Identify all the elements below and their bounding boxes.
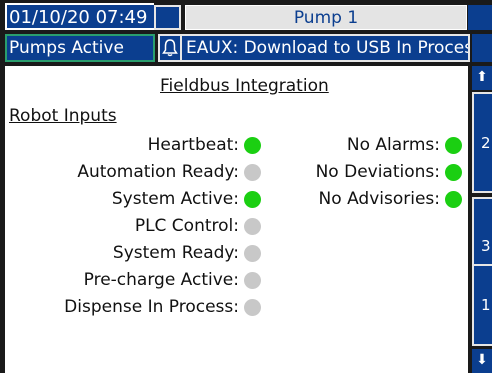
input-row-heartbeat: Heartbeat:	[5, 133, 261, 157]
status-indicator-off	[244, 298, 261, 316]
input-row-no-advisories: No Advisories:	[255, 187, 462, 211]
down-arrow-icon: ⬇	[476, 352, 488, 368]
input-row-automation-ready: Automation Ready:	[5, 160, 261, 184]
bell-icon	[162, 39, 178, 57]
datetime-display: 01/10/20 07:49	[5, 3, 154, 30]
input-label: No Alarms:	[346, 135, 440, 155]
input-label: System Active:	[111, 189, 239, 209]
softkey-label: 1	[481, 296, 491, 314]
status-indicator-off	[244, 217, 261, 235]
input-row-system-ready: System Ready:	[5, 241, 261, 265]
input-row-no-alarms: No Alarms:	[255, 133, 462, 157]
up-arrow-icon: ⬆	[476, 69, 488, 85]
input-label: PLC Control:	[134, 216, 239, 236]
softkey-label: 3	[481, 237, 491, 255]
scroll-down-button[interactable]: ⬇	[472, 349, 492, 373]
softkey-1[interactable]: 1	[472, 264, 492, 346]
header-right-panel-2	[472, 34, 492, 62]
header-blank-key[interactable]	[154, 5, 181, 30]
input-label: System Ready:	[112, 243, 239, 263]
input-label: Dispense In Process:	[64, 297, 239, 317]
main-panel: Fieldbus Integration Robot Inputs Heartb…	[5, 66, 468, 373]
side-softkey-panel: ⬆ 2 3 1 ⬇	[472, 66, 492, 373]
status-indicator-off	[244, 271, 261, 289]
input-label: No Deviations:	[315, 162, 440, 182]
advisory-message: EAUX: Download to USB In Process	[182, 34, 470, 62]
status-indicator-on	[445, 136, 462, 154]
status-indicator-on	[445, 163, 462, 181]
input-label: No Advisories:	[318, 189, 440, 209]
input-row-dispense-in-process: Dispense In Process:	[5, 295, 261, 319]
section-title: Robot Inputs	[9, 106, 117, 126]
system-status: Pumps Active	[5, 34, 155, 62]
status-indicator-on	[445, 190, 462, 208]
softkey-label: 2	[481, 134, 491, 152]
input-row-plc-control: PLC Control:	[5, 214, 261, 238]
screen-title: Fieldbus Integration	[160, 76, 329, 96]
advisory-bell	[158, 34, 182, 62]
input-label: Pre-charge Active:	[83, 270, 239, 290]
header-right-panel	[468, 5, 492, 30]
pump-title[interactable]: Pump 1	[185, 5, 467, 30]
input-row-no-deviations: No Deviations:	[255, 160, 462, 184]
scroll-up-button[interactable]: ⬆	[472, 66, 492, 90]
input-label: Heartbeat:	[147, 135, 239, 155]
input-row-system-active: System Active:	[5, 187, 261, 211]
input-row-precharge-active: Pre-charge Active:	[5, 268, 261, 292]
status-indicator-off	[244, 244, 261, 262]
softkey-2[interactable]: 2	[472, 92, 492, 193]
input-label: Automation Ready:	[77, 162, 239, 182]
